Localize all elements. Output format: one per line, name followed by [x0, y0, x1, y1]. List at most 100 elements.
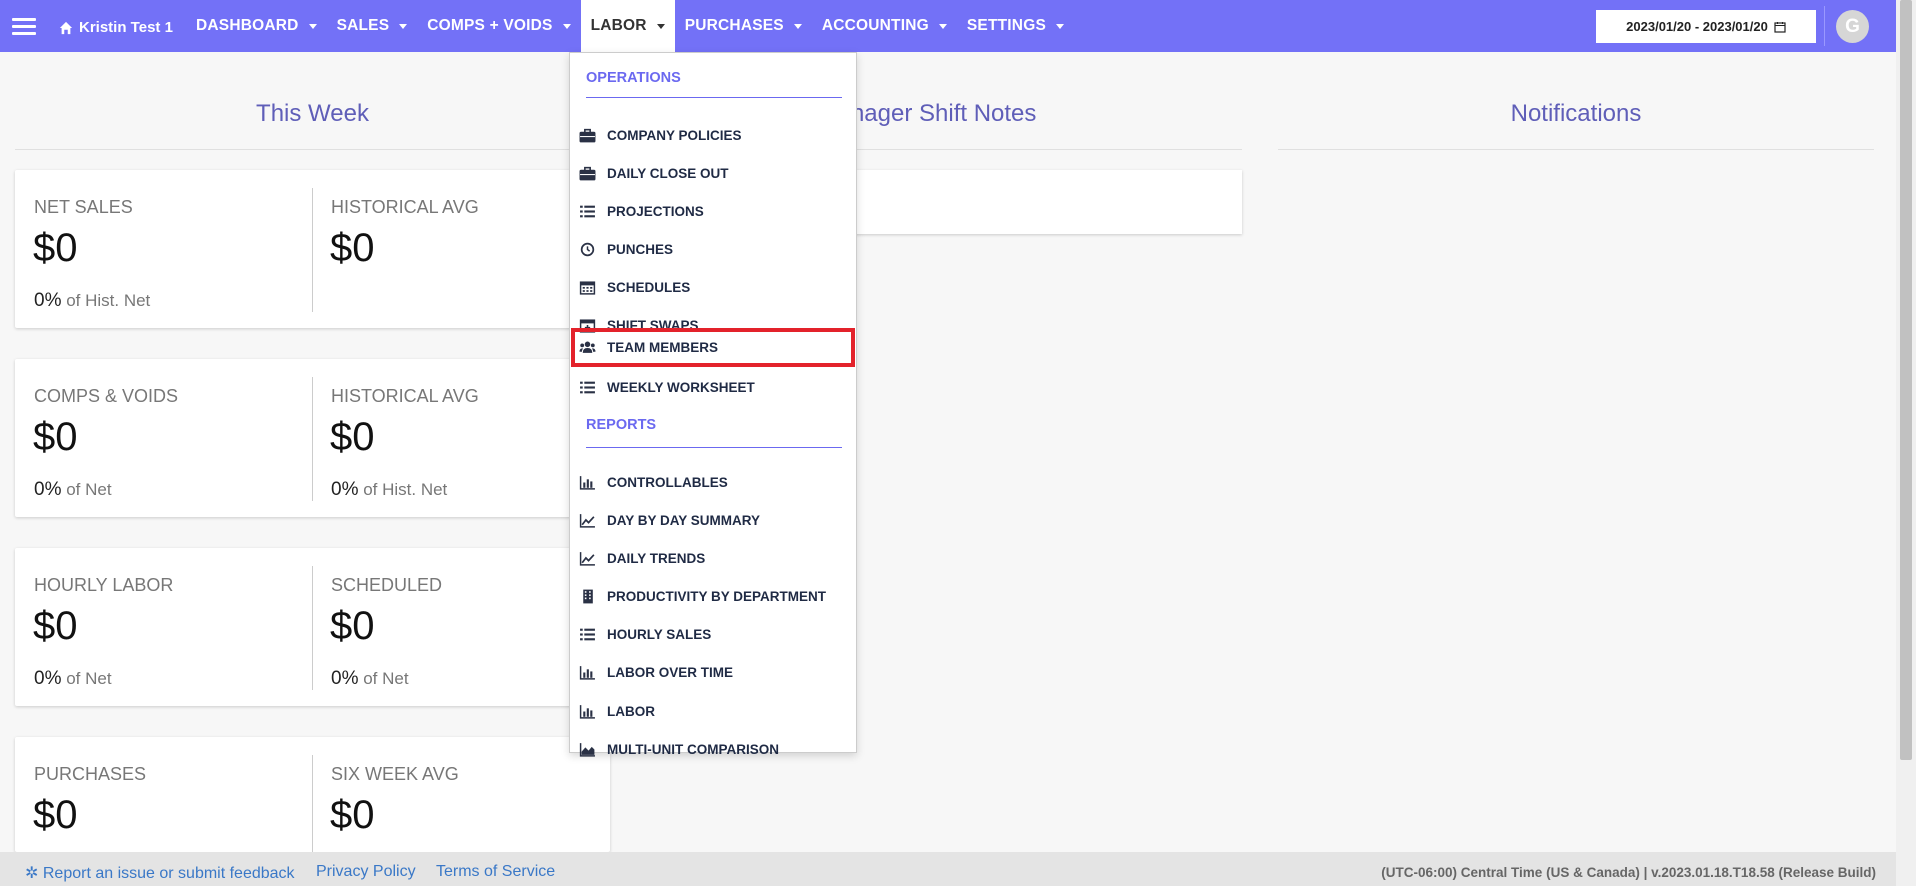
this-week-title: This Week	[256, 100, 369, 127]
menu-item-label: TEAM MEMBERS	[607, 340, 718, 355]
caret-down-icon	[938, 23, 947, 29]
date-range-picker[interactable]: 2023/01/20 - 2023/01/20	[1596, 10, 1816, 43]
line-chart-icon	[578, 512, 596, 528]
metric-pct: 0%	[331, 479, 359, 500]
line-chart-icon	[578, 550, 596, 566]
metric-left: HOURLY LABOR $0 0% of Net	[15, 548, 312, 706]
menu-company-policies[interactable]: COMPANY POLICIES	[572, 118, 854, 152]
metric-value: $0	[33, 793, 78, 837]
metric-right: HISTORICAL AVG $0 0% of Hist. Net	[312, 359, 609, 517]
menu-multi-unit-comparison[interactable]: MULTI-UNIT COMPARISON	[572, 732, 854, 766]
menu-item-label: LABOR OVER TIME	[607, 664, 734, 680]
building-icon	[578, 588, 596, 604]
nav-accounting-label: ACCOUNTING	[821, 17, 929, 34]
metric-label: COMPS & VOIDS	[34, 386, 179, 406]
nav-comps-voids-label: COMPS + VOIDS	[427, 17, 553, 34]
hamburger-menu-icon[interactable]	[12, 18, 36, 36]
report-issue-link[interactable]: ✲ Report an issue or submit feedback	[25, 863, 295, 883]
terms-of-service-link[interactable]: Terms of Service	[436, 863, 555, 881]
nav-accounting[interactable]: ACCOUNTING	[812, 0, 957, 52]
footer: ✲ Report an issue or submit feedback Pri…	[0, 852, 1896, 886]
menu-labor[interactable]: LABOR	[572, 694, 854, 728]
this-week-rule	[15, 149, 610, 150]
metric-sub: 0% of Hist. Net	[34, 290, 150, 312]
metric-value: $0	[330, 415, 375, 459]
nav-sales-label: SALES	[336, 17, 390, 34]
menu-item-label: PRODUCTIVITY BY DEPARTMENT	[607, 588, 827, 604]
scrollbar-thumb[interactable]	[1900, 0, 1912, 760]
metric-sub: 0% of Net	[34, 479, 112, 501]
bar-chart-icon	[578, 703, 596, 719]
comps-voids-card: COMPS & VOIDS $0 0% of Net HISTORICAL AV…	[15, 359, 610, 517]
metric-sub-label: of Net	[363, 669, 409, 688]
nav-settings[interactable]: SETTINGS	[957, 0, 1074, 52]
metric-value: $0	[33, 226, 78, 270]
nav-sales[interactable]: SALES	[327, 0, 418, 52]
store-name[interactable]: Kristin Test 1	[59, 19, 173, 36]
area-chart-icon	[578, 741, 596, 757]
list-icon	[578, 626, 596, 642]
menu-schedules[interactable]: SCHEDULES	[572, 270, 854, 304]
metric-right: SIX WEEK AVG $0	[312, 737, 609, 852]
menu-punches[interactable]: PUNCHES	[572, 232, 854, 266]
menu-item-label: DAILY TRENDS	[607, 550, 706, 566]
menu-daily-close-out[interactable]: DAILY CLOSE OUT	[572, 156, 854, 190]
metric-value: $0	[33, 604, 78, 648]
caret-down-icon	[308, 23, 317, 29]
top-navbar: Kristin Test 1 DASHBOARD SALES COMPS + V…	[0, 0, 1896, 52]
metric-sub-label: of Net	[66, 669, 112, 688]
menu-projections[interactable]: PROJECTIONS	[572, 194, 854, 228]
menu-weekly-worksheet[interactable]: WEEKLY WORKSHEET	[572, 370, 854, 404]
metric-label: SIX WEEK AVG	[331, 764, 459, 784]
menu-item-label: CONTROLLABLES	[607, 474, 728, 490]
operations-rule	[586, 97, 842, 98]
reports-rule	[586, 447, 842, 448]
nav-dashboard[interactable]: DASHBOARD	[186, 0, 327, 52]
list-icon	[578, 203, 596, 219]
metric-pct: 0%	[34, 290, 62, 311]
store-name-label: Kristin Test 1	[79, 19, 173, 36]
privacy-policy-link[interactable]: Privacy Policy	[316, 863, 416, 881]
navbar-divider	[1824, 6, 1825, 46]
metric-pct: 0%	[34, 668, 62, 689]
bar-chart-icon	[578, 474, 596, 490]
menu-item-label: PROJECTIONS	[607, 203, 704, 219]
menu-hourly-sales[interactable]: HOURLY SALES	[572, 617, 854, 651]
net-sales-card: NET SALES $0 0% of Hist. Net HISTORICAL …	[15, 170, 610, 328]
metric-label: SCHEDULED	[331, 575, 443, 595]
menu-productivity-by-department[interactable]: PRODUCTIVITY BY DEPARTMENT	[572, 579, 854, 613]
menu-team-members[interactable]: TEAM MEMBERS	[571, 328, 855, 367]
date-range-label: 2023/01/20 - 2023/01/20	[1626, 19, 1768, 34]
metric-left: COMPS & VOIDS $0 0% of Net	[15, 359, 312, 517]
menu-item-label: SCHEDULES	[607, 279, 691, 295]
menu-item-label: WEEKLY WORKSHEET	[607, 379, 755, 395]
menu-labor-over-time[interactable]: LABOR OVER TIME	[572, 655, 854, 689]
operations-heading: OPERATIONS	[586, 70, 681, 86]
metric-value: $0	[330, 226, 375, 270]
briefcase-icon	[578, 165, 596, 181]
nav-purchases[interactable]: PURCHASES	[675, 0, 812, 52]
menu-item-label: LABOR	[607, 703, 655, 719]
caret-down-icon	[399, 23, 408, 29]
metric-left: PURCHASES $0	[15, 737, 312, 852]
gear-icon: ✲	[25, 865, 39, 882]
report-issue-label: Report an issue or submit feedback	[42, 865, 295, 882]
menu-controllables[interactable]: CONTROLLABLES	[572, 465, 854, 499]
nav-labor[interactable]: LABOR	[580, 0, 675, 52]
nav-purchases-label: PURCHASES	[684, 17, 784, 34]
metric-sub: 0% of Hist. Net	[331, 479, 447, 501]
bar-chart-icon	[578, 664, 596, 680]
user-avatar[interactable]: G	[1836, 10, 1869, 43]
nav-comps-voids[interactable]: COMPS + VOIDS	[417, 0, 580, 52]
menu-item-label: MULTI-UNIT COMPARISON	[607, 741, 779, 757]
menu-daily-trends[interactable]: DAILY TRENDS	[572, 541, 854, 575]
caret-down-icon	[562, 23, 571, 29]
menu-day-by-day-summary[interactable]: DAY BY DAY SUMMARY	[572, 503, 854, 537]
metric-label: HISTORICAL AVG	[331, 386, 479, 406]
metric-left: NET SALES $0 0% of Hist. Net	[15, 170, 312, 328]
clock-icon	[578, 241, 596, 257]
nav-labor-label: LABOR	[590, 17, 647, 34]
metric-value: $0	[330, 793, 375, 837]
calendar-icon	[578, 279, 596, 295]
users-icon	[578, 340, 596, 356]
